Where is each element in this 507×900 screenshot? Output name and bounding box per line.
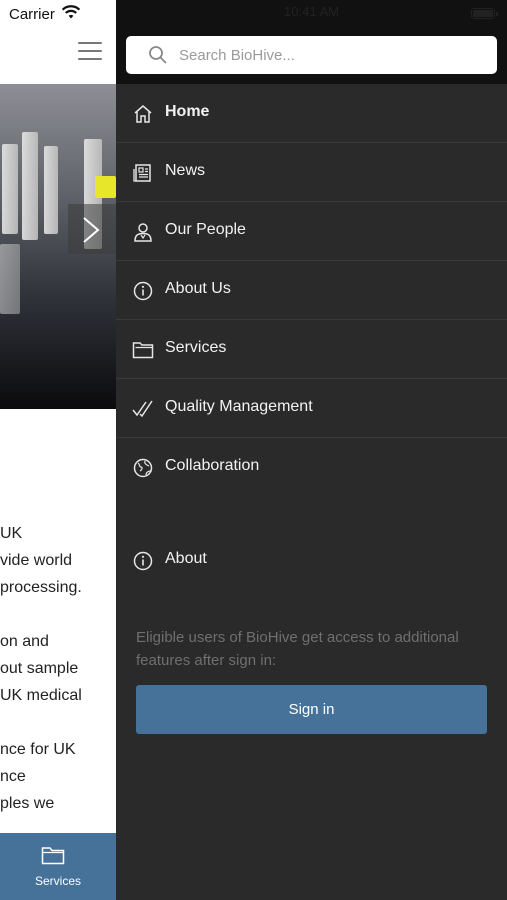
menu-item-label: Services <box>165 339 227 356</box>
navigation-drawer: 10:41 AM Home News <box>116 0 507 900</box>
menu-item-label: About Us <box>165 280 231 297</box>
tab-label: Services <box>34 874 81 888</box>
home-icon <box>134 105 152 123</box>
main-page: Carrier UK vide world processing. on and… <box>0 0 116 900</box>
menu-item-label: Our People <box>165 221 246 238</box>
globe-icon <box>133 458 153 478</box>
menu-item-label: Quality Management <box>165 398 313 415</box>
battery-icon <box>471 8 498 19</box>
menu-item-about[interactable]: About <box>116 531 507 590</box>
search-bar[interactable] <box>126 36 497 74</box>
body-paragraph: on and out sample UK medical <box>0 633 82 704</box>
checkmarks-icon <box>132 400 153 418</box>
body-paragraph: UK vide world processing. <box>0 525 82 596</box>
menu-item-services[interactable]: Services <box>116 320 507 379</box>
menu-item-home[interactable]: Home <box>116 84 507 143</box>
wifi-icon <box>61 5 81 19</box>
search-icon <box>149 46 167 64</box>
sign-in-button[interactable]: Sign in <box>136 685 487 734</box>
signin-info-text: Eligible users of BioHive get access to … <box>136 629 459 669</box>
folder-icon <box>132 342 154 359</box>
menu-item-label: Collaboration <box>165 457 260 474</box>
hamburger-menu-button[interactable] <box>78 42 102 60</box>
page-body-text: UK vide world processing. on and out sam… <box>0 520 116 844</box>
menu-item-collaboration[interactable]: Collaboration <box>116 438 507 497</box>
tab-services[interactable]: Services <box>0 833 116 900</box>
chevron-right-icon <box>83 217 100 243</box>
drawer-menu: Home News Our People About Us Services Q… <box>116 84 507 497</box>
menu-item-label: News <box>165 162 206 179</box>
body-paragraph: nce for UK nce ples we <box>0 741 76 812</box>
menu-item-label: About <box>165 550 207 567</box>
news-icon <box>133 164 151 182</box>
info-icon <box>133 551 153 571</box>
menu-item-our-people[interactable]: Our People <box>116 202 507 261</box>
menu-item-about-us[interactable]: About Us <box>116 261 507 320</box>
status-bar: Carrier <box>0 0 116 28</box>
hero-image <box>0 84 116 409</box>
search-input[interactable] <box>179 36 479 74</box>
folder-icon <box>41 847 65 865</box>
drawer-header: 10:41 AM <box>116 0 507 84</box>
info-icon <box>133 281 153 301</box>
menu-item-quality-management[interactable]: Quality Management <box>116 379 507 438</box>
menu-item-label: Home <box>165 103 210 120</box>
status-time: 10:41 AM <box>284 4 339 19</box>
carrier-label: Carrier <box>9 6 55 23</box>
carousel-next-button[interactable] <box>68 204 116 254</box>
menu-item-news[interactable]: News <box>116 143 507 202</box>
person-icon <box>134 223 152 242</box>
